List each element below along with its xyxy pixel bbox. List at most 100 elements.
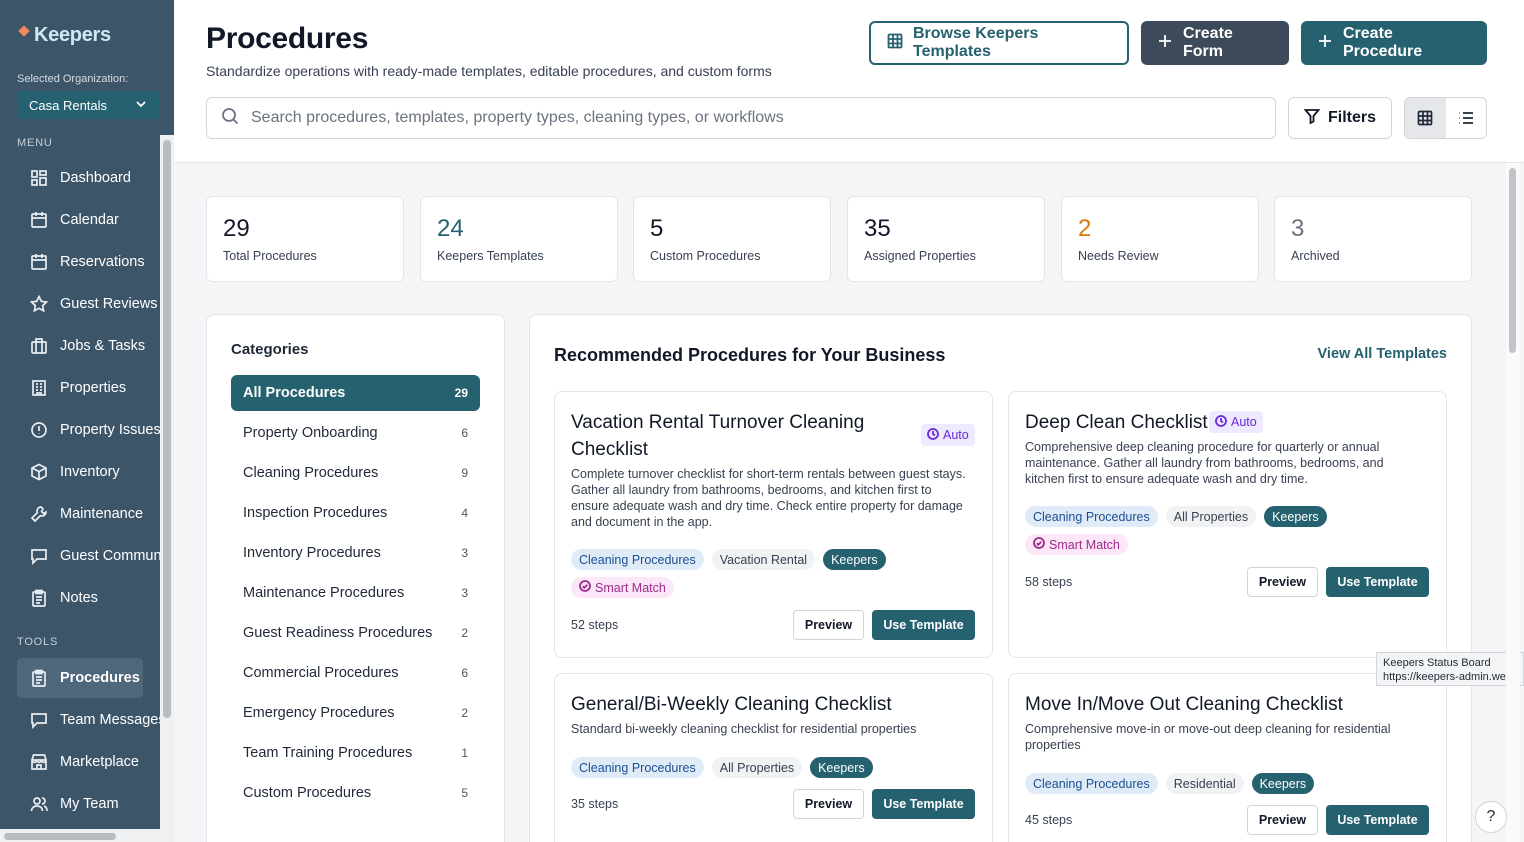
create-procedure-button[interactable]: Create Procedure [1301,21,1487,65]
category-count: 6 [461,426,468,440]
stat-value: 2 [1078,215,1092,242]
category-count: 3 [461,586,468,600]
card-title: General/Bi-Weekly Cleaning Checklist [571,694,892,715]
chevron-down-icon [135,98,147,113]
building-icon [30,379,48,397]
procedure-card[interactable]: Deep Clean Checklist Auto Comprehensive … [1008,391,1447,658]
stat-card[interactable]: 5 Custom Procedures [633,196,831,282]
create-form-button[interactable]: Create Form [1141,21,1289,65]
stat-card[interactable]: 35 Assigned Properties [847,196,1045,282]
clipboard-list-icon [30,669,48,687]
category-item[interactable]: Maintenance Procedures 3 [231,575,480,611]
sidebar-item-property-issues[interactable]: Property Issues [17,410,167,450]
grid-view-button[interactable] [1405,98,1446,138]
sidebar-item-label: Property Issues [60,422,161,438]
star-icon [30,295,48,313]
sidebar-item-jobs-tasks[interactable]: Jobs & Tasks [17,326,167,366]
use-template-button[interactable]: Use Template [1326,567,1429,597]
sidebar-item-properties[interactable]: Properties [17,368,167,408]
chat-icon [30,711,48,729]
tag: Keepers [1251,773,1315,794]
plus-icon [1317,33,1333,54]
tag: Residential [1165,773,1244,794]
tag: Vacation Rental [711,549,816,570]
sidebar-item-guest-communication[interactable]: Guest Communication [17,536,174,576]
sidebar-item-label: Reservations [60,254,145,270]
category-item[interactable]: Cleaning Procedures 9 [231,455,480,491]
category-item[interactable]: Property Onboarding 6 [231,415,480,451]
check-circle-icon [1033,537,1045,552]
org-select[interactable]: Casa Rentals [17,91,159,119]
sidebar-item-procedures[interactable]: Procedures [17,658,143,698]
use-template-button[interactable]: Use Template [872,789,975,819]
sidebar-item-calendar[interactable]: Calendar [17,200,167,240]
stat-card[interactable]: 29 Total Procedures [206,196,404,282]
sidebar-item-label: Inventory [60,464,120,480]
tooltip-title: Keepers Status Board [1383,657,1491,669]
category-count: 5 [461,786,468,800]
category-item[interactable]: Inspection Procedures 4 [231,495,480,531]
filters-label: Filters [1327,109,1376,126]
use-template-button[interactable]: Use Template [1326,805,1429,835]
clipboard-icon [30,589,48,607]
category-item[interactable]: Commercial Procedures 6 [231,655,480,691]
sidebar-item-team-messages[interactable]: Team Messages [17,700,167,740]
category-item[interactable]: Guest Readiness Procedures 2 [231,615,480,651]
stat-label: Needs Review [1078,249,1159,263]
auto-badge: Auto [1209,411,1263,433]
filters-button[interactable]: Filters [1288,97,1392,139]
sidebar-scrollbar-thumb[interactable] [163,140,171,718]
preview-button[interactable]: Preview [793,610,864,640]
sidebar-item-guest-reviews[interactable]: Guest Reviews [17,284,167,324]
filter-icon [1303,108,1321,129]
category-item[interactable]: Custom Procedures 5 [231,775,480,811]
preview-button[interactable]: Preview [793,789,864,819]
category-item[interactable]: Emergency Procedures 2 [231,695,480,731]
procedure-card[interactable]: Vacation Rental Turnover Cleaning Checkl… [554,391,993,658]
stat-card[interactable]: 24 Keepers Templates [420,196,618,282]
category-item[interactable]: Team Training Procedures 1 [231,735,480,771]
stat-card[interactable]: 3 Archived [1274,196,1472,282]
sidebar-item-inventory[interactable]: Inventory [17,452,167,492]
preview-button[interactable]: Preview [1247,805,1318,835]
help-button[interactable]: ? [1475,801,1507,833]
auto-badge-label: Auto [1231,415,1257,429]
search-input[interactable] [251,109,1231,127]
check-circle-icon [579,580,591,595]
auto-badge-label: Auto [943,428,969,442]
sidebar-item-marketplace[interactable]: Marketplace [17,742,167,782]
use-template-button[interactable]: Use Template [872,610,975,640]
sidebar-item-notes[interactable]: Notes [17,578,167,618]
category-label: Maintenance Procedures [243,585,405,601]
list-view-button[interactable] [1446,98,1487,138]
sidebar-item-reservations[interactable]: Reservations [17,242,167,282]
grid-icon [887,33,903,54]
main-scrollbar-thumb[interactable] [1509,168,1516,353]
category-item[interactable]: All Procedures 29 [231,375,480,411]
link-tooltip: Keepers Status Board https://keepers-adm… [1376,652,1524,686]
tag: Cleaning Procedures [571,757,704,778]
sidebar-item-maintenance[interactable]: Maintenance [17,494,167,534]
category-item[interactable]: Inventory Procedures 3 [231,535,480,571]
logo[interactable]: Keepers [18,24,111,47]
clock-icon [927,427,939,443]
category-count: 2 [461,706,468,720]
tag: All Properties [711,757,803,778]
category-label: Emergency Procedures [243,705,395,721]
card-tags: Cleaning Procedures Vacation Rental Keep… [571,549,971,570]
auto-badge: Auto [921,424,975,446]
sidebar-item-my-team[interactable]: My Team [17,784,167,824]
steps-count: 45 steps [1025,813,1073,827]
view-all-templates-link[interactable]: View All Templates [1318,346,1447,362]
tag: Cleaning Procedures [571,549,704,570]
preview-button[interactable]: Preview [1247,567,1318,597]
browse-templates-button[interactable]: Browse Keepers Templates [869,21,1129,65]
category-count: 1 [461,746,468,760]
category-count: 29 [454,386,468,400]
procedure-card[interactable]: Move In/Move Out Cleaning Checklist Comp… [1008,673,1447,842]
sidebar-horizontal-scrollbar-thumb[interactable] [4,833,116,840]
stat-card[interactable]: 2 Needs Review [1061,196,1259,282]
card-description: Comprehensive move-in or move-out deep c… [1025,722,1391,752]
procedure-card[interactable]: General/Bi-Weekly Cleaning Checklist Sta… [554,673,993,842]
sidebar-item-dashboard[interactable]: Dashboard [17,158,167,198]
